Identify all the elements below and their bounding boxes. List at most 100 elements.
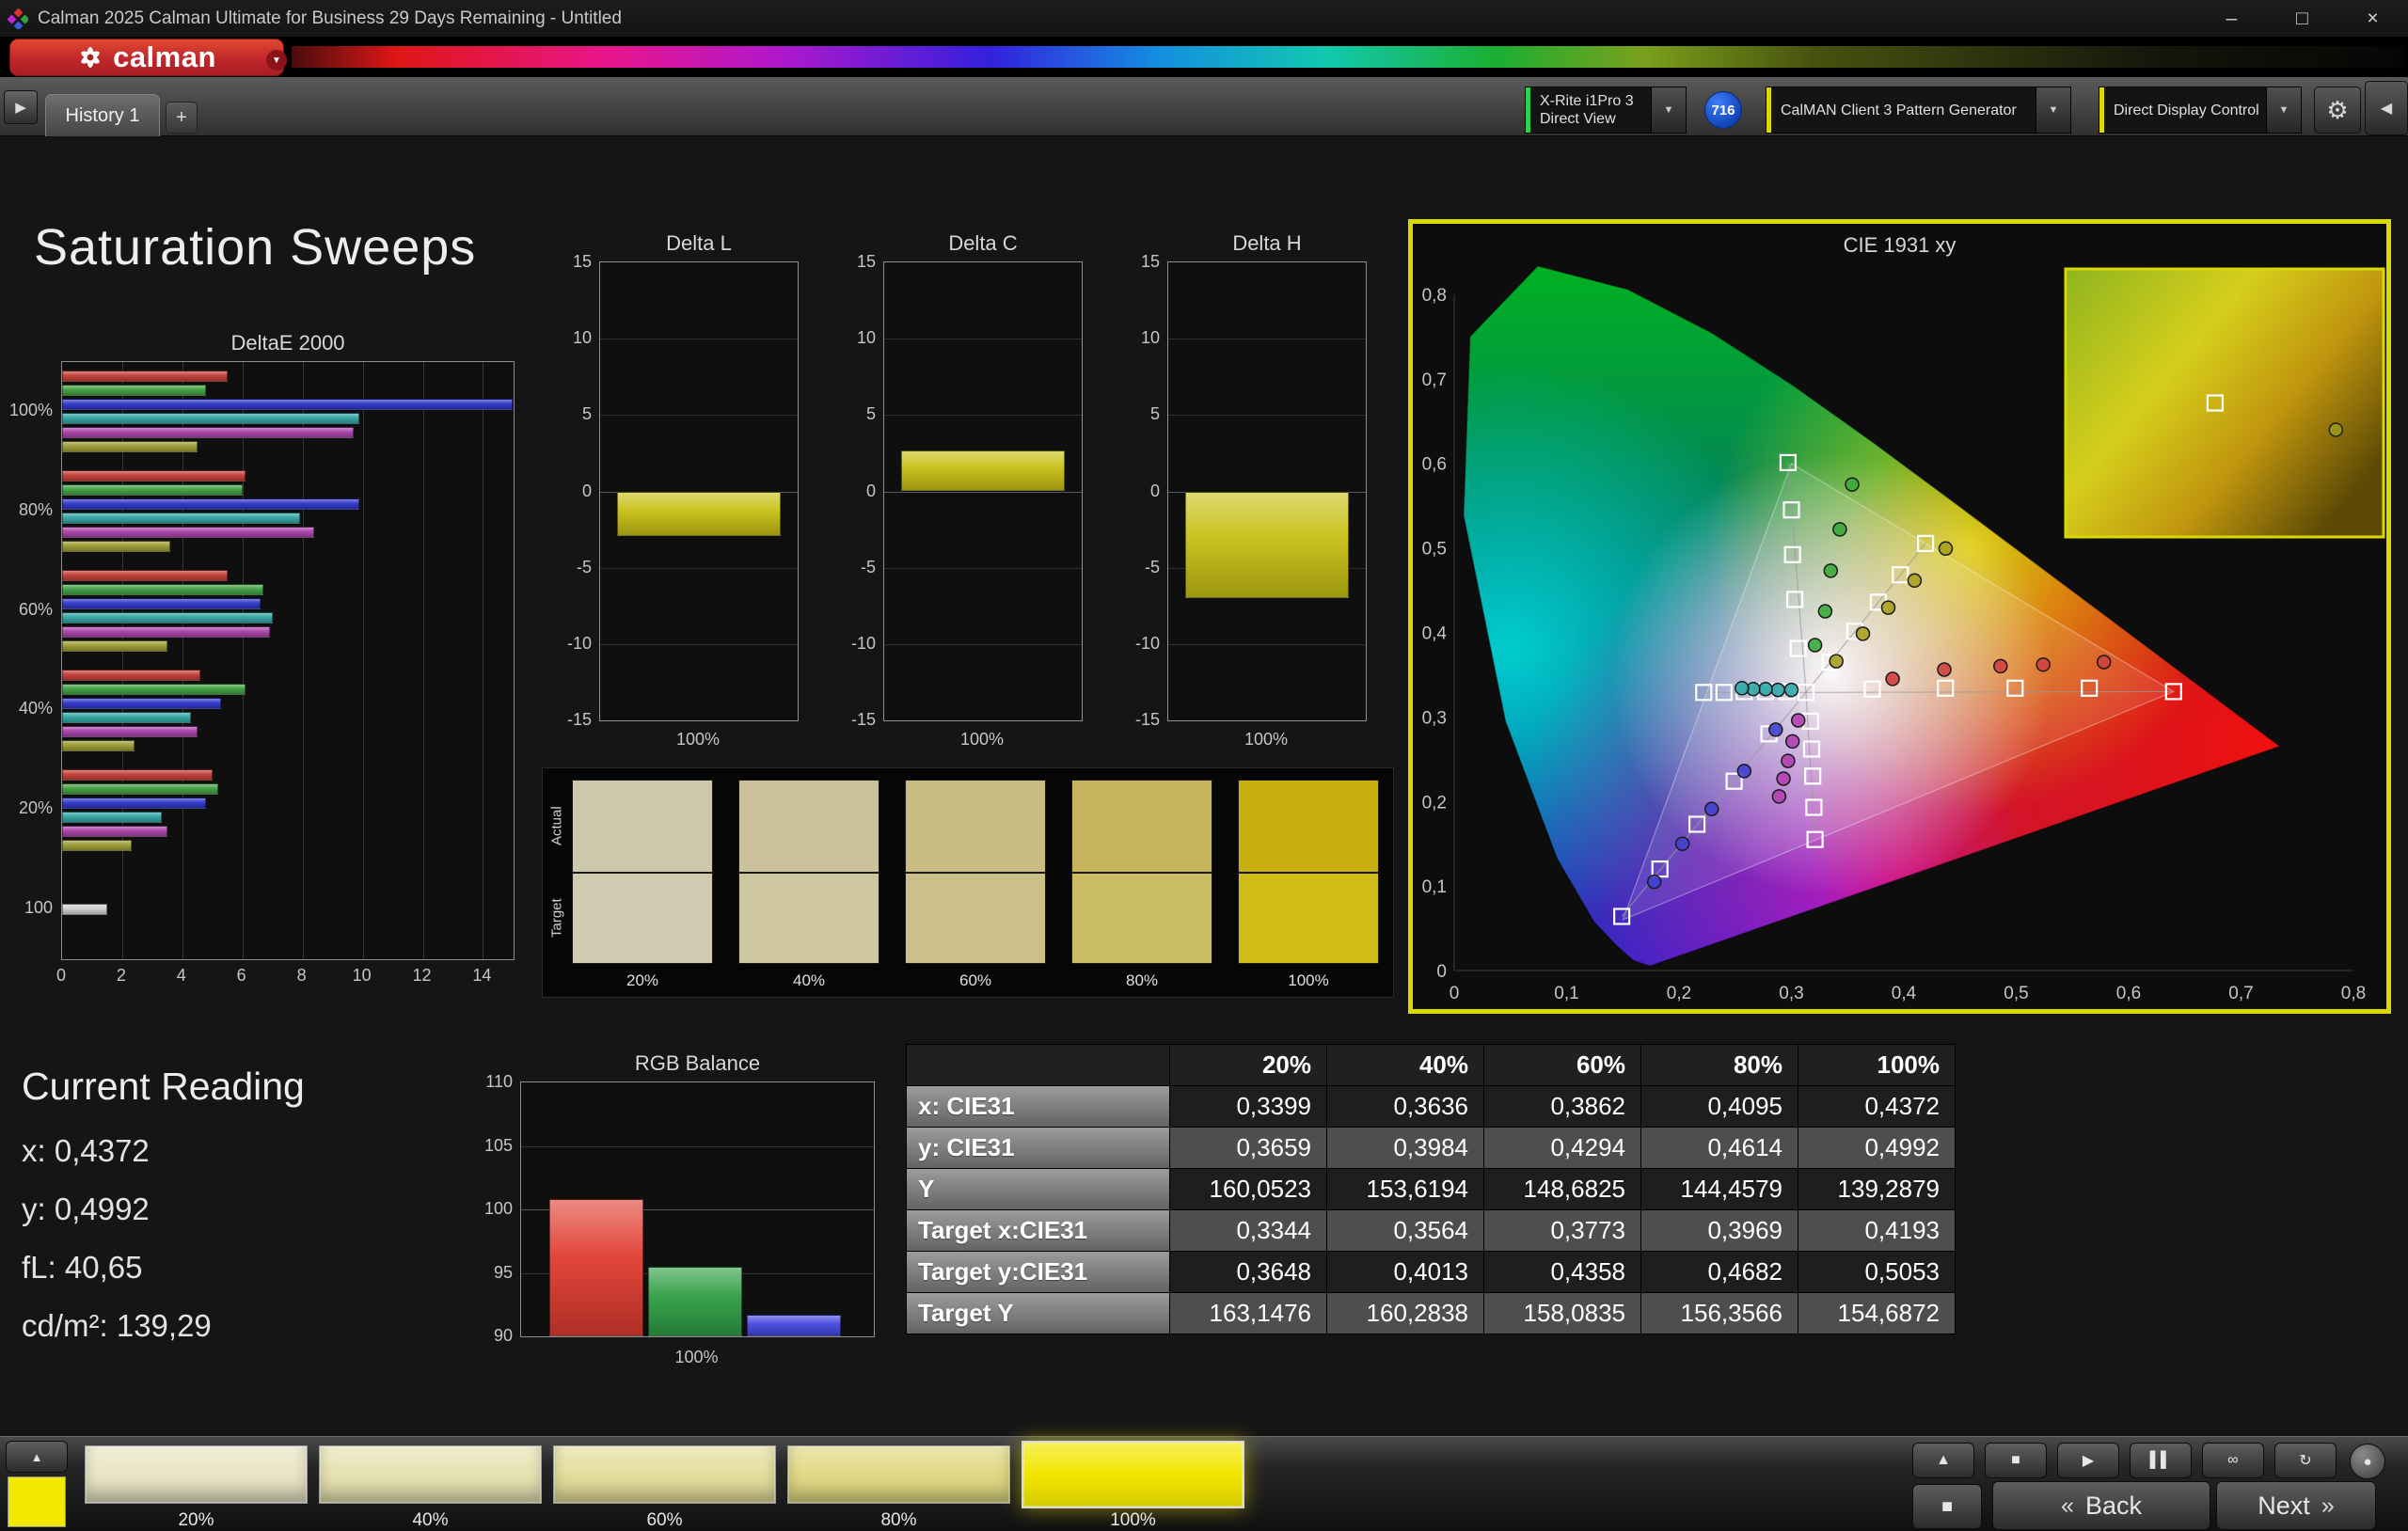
strip-swatch-actual-40% (738, 780, 879, 873)
table-cell: 0,4095 (1641, 1086, 1798, 1128)
control-pause-button[interactable]: ▌▌ (2130, 1443, 2192, 1478)
record-indicator[interactable]: ● (2350, 1444, 2385, 1479)
deltae-bar-yellow-100% (62, 441, 198, 453)
cie-x-tick-label: 0,7 (2228, 984, 2253, 1003)
cie-measured-yellow-2 (1880, 600, 1896, 615)
table-cell: 0,4294 (1484, 1128, 1641, 1169)
meter-line1: X-Rite i1Pro 3 (1540, 93, 1634, 109)
deltah-chart-title: Delta H (1232, 231, 1302, 255)
deltae-bar-red-40% (62, 669, 200, 681)
deltae-bar-magenta-100% (62, 427, 354, 439)
tab-history-1[interactable]: History 1 (45, 94, 160, 136)
next-button-label: Next (2258, 1491, 2310, 1520)
deltae-x-tick-label: 14 (472, 966, 492, 985)
stop-measure-button[interactable]: ■ (1912, 1484, 1982, 1529)
meter-dropdown-arrow-icon[interactable]: ▼ (1651, 87, 1686, 133)
cie-x-tick-label: 0,8 (2341, 984, 2366, 1003)
pattern-swatch-label: 100% (1110, 1510, 1156, 1530)
control-eject-button[interactable]: ▲ (1912, 1443, 1974, 1478)
control-play-button[interactable]: ▶ (2057, 1443, 2119, 1478)
pattern-generator-dropdown-arrow-icon[interactable]: ▼ (2036, 87, 2070, 133)
deltae-bar-magenta-80% (62, 527, 315, 539)
strip-swatch-label: 100% (1288, 971, 1329, 989)
deltal-x-tick-label: 100% (675, 730, 721, 749)
pattern-swatch-100%[interactable] (1022, 1441, 1244, 1508)
cie-measured-green-0 (1807, 638, 1823, 653)
pattern-swatch-20%[interactable] (85, 1445, 308, 1504)
pattern-swatch-label: 20% (178, 1510, 214, 1530)
rgb-x-tick-label: 100% (674, 1348, 719, 1366)
pattern-swatch-40%[interactable] (319, 1445, 542, 1504)
deltae-bar-blue-100% (62, 399, 514, 411)
deltae-x-tick-label: 8 (296, 966, 307, 985)
panel-collapse-button[interactable]: ◀ (2365, 81, 2408, 135)
bottom-pattern-bar: ▲ ● ■ « Back Next » 20% 40% 60% 80% 100% ▲ ■ ▶ ▌… (0, 1436, 2408, 1531)
table-row: Target Y 163,1476 160,2838 158,0835 156,3566… (907, 1293, 1956, 1334)
pattern-swatch-80%[interactable] (787, 1445, 1010, 1504)
cie-measured-yellow-3 (1907, 573, 1923, 589)
deltac-y-tick-label: 5 (865, 404, 876, 424)
cie-chart: 0 0,1 0,2 0,3 0,4 0,5 0,6 0,7 0,8 0 0,1 0,2 0,3 0,4 0,… (1413, 224, 2386, 1009)
deltae-bar-green-20% (62, 782, 219, 795)
deltah-y-tick-label: 15 (1140, 252, 1160, 271)
next-button[interactable]: Next » (2216, 1481, 2376, 1530)
cie-measured-blue-1 (1736, 764, 1752, 779)
cie-1931-panel[interactable]: CIE 1931 xy 0 0,1 0,2 0,3 0,4 0,5 0,6 0,7 0,8 0 0,… (1408, 219, 2391, 1014)
table-row-label: x: CIE31 (907, 1086, 1170, 1128)
cie-measured-cyan-1 (1770, 682, 1785, 698)
table-cell: 0,3773 (1484, 1210, 1641, 1252)
history-nav-button[interactable]: ▶ (4, 90, 38, 124)
table-cell: 0,4013 (1327, 1252, 1484, 1293)
control-refresh-button[interactable]: ↻ (2274, 1443, 2337, 1478)
meter-dropdown[interactable]: X-Rite i1Pro 3 Direct View ▼ (1525, 87, 1687, 134)
close-button[interactable]: × (2337, 0, 2408, 37)
cie-measured-yellow-1 (1855, 626, 1871, 641)
deltae-y-tick-label: 60% (18, 599, 53, 619)
rgb-bar-red (549, 1199, 643, 1336)
display-control-dropdown-arrow-icon[interactable]: ▼ (2266, 87, 2301, 133)
strip-swatch-actual-80% (1071, 780, 1212, 873)
cie-x-tick-label: 0,3 (1779, 984, 1803, 1003)
settings-gear-button[interactable]: ⚙ (2314, 87, 2361, 134)
minimize-button[interactable]: – (2196, 0, 2267, 37)
calman-logo-button[interactable]: calman ▼ (9, 39, 287, 76)
brand-bar: calman ▼ (0, 37, 2408, 77)
table-row-label: Y (907, 1169, 1170, 1210)
strip-swatch-actual-60% (905, 780, 1046, 873)
table-cell: 0,4614 (1641, 1128, 1798, 1169)
cie-y-tick-label: 0,3 (1422, 708, 1447, 728)
deltal-gridline (600, 643, 798, 645)
deltac-y-tick-label: -10 (850, 633, 876, 653)
deltae-gridline (362, 362, 364, 959)
pattern-generator-dropdown[interactable]: CalMAN Client 3 Pattern Generator ▼ (1766, 87, 2071, 134)
add-tab-button[interactable]: + (166, 102, 198, 134)
back-button[interactable]: « Back (1992, 1481, 2210, 1530)
cie-x-tick-label: 0 (1450, 984, 1460, 1003)
cie-y-tick-label: 0 (1436, 962, 1447, 982)
maximize-button[interactable]: □ (2267, 0, 2337, 37)
table-cell: 156,3566 (1641, 1293, 1798, 1334)
control-stop-button[interactable]: ■ (1985, 1443, 2047, 1478)
logo-dropdown-icon[interactable]: ▼ (266, 50, 287, 71)
rgb-bar-green (648, 1266, 742, 1337)
cie-y-tick-label: 0,2 (1422, 793, 1447, 813)
table-cell: 0,5053 (1798, 1252, 1956, 1293)
table-cell: 0,4372 (1798, 1086, 1956, 1128)
cie-measured-blue-3 (1674, 836, 1690, 851)
deltae-bar-blue-60% (62, 598, 261, 610)
pattern-swatch-60%[interactable] (553, 1445, 776, 1504)
pattern-panel-handle-button[interactable]: ▲ (6, 1441, 68, 1473)
table-cell: 0,4358 (1484, 1252, 1641, 1293)
rgb-y-tick-label: 90 (493, 1326, 513, 1345)
cie-x-tick-label: 0,1 (1554, 984, 1578, 1003)
cie-measured-green-1 (1817, 604, 1833, 619)
deltal-y-tick-label: 5 (581, 404, 592, 424)
display-control-dropdown[interactable]: Direct Display Control ▼ (2099, 87, 2302, 134)
deltae-chart (61, 361, 515, 960)
cie-measured-red-0 (1885, 671, 1900, 687)
control-loop-button[interactable]: ∞ (2202, 1443, 2264, 1478)
deltal-gridline (600, 415, 798, 417)
deltal-y-tick-label: -15 (566, 710, 592, 729)
cie-y-tick-label: 0,4 (1422, 624, 1448, 644)
current-reading-value: x: 0,4372 (22, 1133, 150, 1168)
